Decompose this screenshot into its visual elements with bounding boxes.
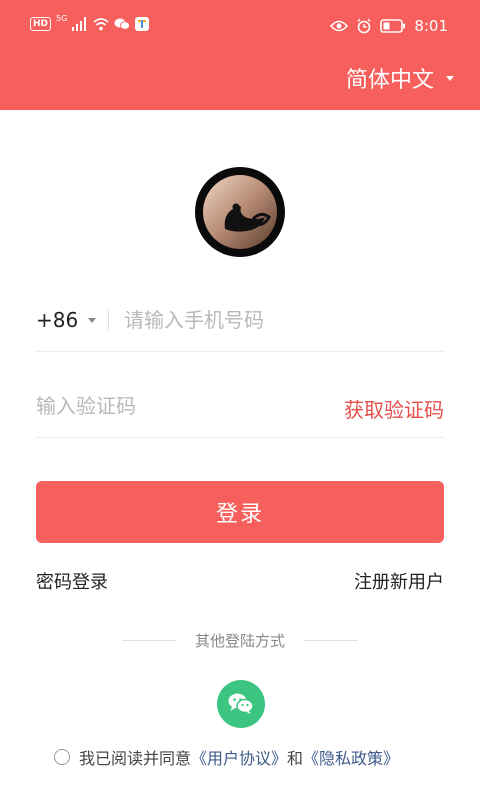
user-agreement-link[interactable]: 《用户协议》	[191, 745, 287, 769]
verification-row: 获取验证码	[36, 352, 444, 438]
app-notification-icon	[135, 17, 150, 31]
divider-line	[122, 639, 176, 641]
wechat-notification-icon	[114, 18, 131, 30]
chevron-down-icon	[446, 75, 454, 81]
agreement-row: 我已阅读并同意 《用户协议》 和 《隐私政策》	[54, 745, 399, 769]
language-selector[interactable]: 简体中文	[346, 62, 454, 94]
chevron-down-icon	[88, 317, 97, 323]
other-methods-divider: 其他登陆方式	[122, 630, 358, 650]
eye-icon	[330, 20, 349, 32]
privacy-policy-link[interactable]: 《隐私政策》	[303, 745, 399, 769]
alarm-icon	[357, 18, 371, 34]
get-code-button[interactable]: 获取验证码	[344, 394, 444, 423]
login-button[interactable]: 登录	[36, 481, 444, 543]
country-code-selector[interactable]: +86	[36, 308, 97, 332]
network-type: 5G	[56, 14, 68, 23]
register-link[interactable]: 注册新用户	[354, 568, 444, 594]
language-label: 简体中文	[345, 68, 434, 93]
header-bar: HD 5G 8:01 简体中文	[0, 0, 480, 110]
wechat-icon	[228, 693, 254, 714]
wechat-login-button[interactable]	[217, 680, 265, 728]
wifi-icon	[93, 18, 109, 31]
password-login-link[interactable]: 密码登录	[36, 568, 108, 594]
agreement-prefix: 我已阅读并同意	[79, 749, 192, 768]
hd-badge: HD	[30, 17, 52, 31]
divider	[108, 310, 109, 330]
country-code: +86	[36, 308, 79, 332]
divider-line	[303, 639, 358, 641]
signal-icon	[72, 17, 87, 31]
status-time: 8:01	[414, 17, 448, 35]
agreement-checkbox[interactable]	[54, 749, 70, 765]
verification-code-input[interactable]	[36, 390, 296, 422]
other-methods-label: 其他登陆方式	[194, 631, 285, 650]
phone-input[interactable]	[124, 304, 424, 336]
status-bar: HD 5G 8:01	[0, 0, 480, 54]
phone-row: +86	[36, 278, 444, 352]
battery-icon	[380, 19, 406, 33]
app-logo	[195, 167, 285, 257]
agreement-and: 和	[287, 749, 304, 768]
